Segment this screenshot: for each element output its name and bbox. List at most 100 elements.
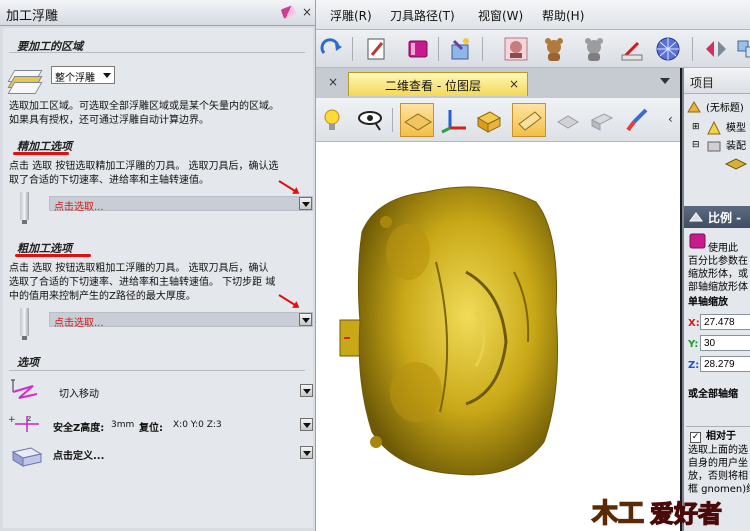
toolbar-separator bbox=[438, 37, 439, 61]
toolbar-separator bbox=[482, 37, 483, 61]
project-panel: 项目 (无标题) ⊞ 模型 ⊟ 装配 比例 - 使用此 百分比参数在 缩放形体，… bbox=[682, 68, 750, 531]
project-title: 项目 bbox=[690, 76, 715, 90]
menu-bar: 浮雕(R) 刀具路径(T) 视窗(W) 帮助(H) bbox=[316, 0, 750, 30]
tree-model[interactable]: 模型 bbox=[726, 122, 750, 135]
scale-desc-line: 百分比参数在 bbox=[688, 256, 748, 267]
expand-icon[interactable]: ⊞ bbox=[692, 122, 700, 132]
close-tab-icon[interactable]: × bbox=[509, 77, 519, 91]
region-description: 选取加工区域。可选取全部浮雕区域或是某个矢量内的区域。 如果具有授权，还可通过浮… bbox=[9, 100, 313, 128]
assembly-icon bbox=[707, 141, 721, 152]
material-block-icon bbox=[11, 447, 43, 467]
home-label: 复位: bbox=[139, 423, 163, 434]
panel-title: 加工浮雕 bbox=[6, 9, 59, 24]
mirror-icon[interactable] bbox=[702, 35, 730, 63]
book-icon[interactable] bbox=[404, 35, 432, 63]
block-shade-icon[interactable] bbox=[588, 106, 616, 134]
component-icon[interactable] bbox=[724, 156, 750, 172]
region-combo-value: 整个浮雕 bbox=[55, 73, 95, 84]
dropdown-button[interactable] bbox=[299, 197, 312, 210]
menu-help[interactable]: 帮助(H) bbox=[542, 7, 584, 24]
menu-relief[interactable]: 浮雕(R) bbox=[330, 7, 372, 24]
eraser-icon[interactable] bbox=[280, 5, 297, 19]
arrange-icon[interactable] bbox=[734, 35, 750, 63]
chevron-down-icon[interactable] bbox=[660, 78, 670, 84]
plane-view-button[interactable] bbox=[400, 103, 434, 137]
options-heading: 选项 bbox=[17, 356, 39, 369]
red-underline bbox=[13, 152, 69, 155]
single-axis-heading: 单轴缩放 bbox=[688, 297, 728, 308]
layer-shade-icon[interactable] bbox=[554, 106, 582, 134]
2d-viewport[interactable] bbox=[316, 142, 680, 531]
laser-icon[interactable] bbox=[618, 35, 646, 63]
tool-bit-icon bbox=[20, 308, 29, 340]
scale-x-input[interactable] bbox=[700, 314, 750, 330]
project-header: 项目 bbox=[684, 68, 750, 94]
desc-line: 如果具有授权，还可通过浮雕自动计算边界。 bbox=[9, 115, 209, 126]
safe-z-icon: + z bbox=[8, 414, 39, 432]
relief-toolpath-icon[interactable] bbox=[502, 35, 530, 63]
desc-line: 中的值用来控制产生的Z路径的最大厚度。 bbox=[9, 291, 196, 302]
home-value: X:0 Y:0 Z:3 bbox=[173, 420, 222, 430]
plunge-move-icon bbox=[11, 379, 38, 399]
dropdown-button[interactable] bbox=[300, 446, 313, 459]
safe-z-row[interactable]: 安全Z高度: 3mm 复位: X:0 Y:0 Z:3 bbox=[49, 418, 313, 434]
teddy-bear-icon[interactable] bbox=[540, 35, 568, 63]
collapse-icon[interactable]: ⊟ bbox=[692, 140, 700, 150]
lightbulb-icon[interactable] bbox=[318, 106, 346, 134]
relative-checkbox[interactable]: ✓ bbox=[690, 432, 701, 443]
globe-icon[interactable] bbox=[654, 35, 682, 63]
wizard-icon[interactable] bbox=[446, 35, 474, 63]
main-toolbar bbox=[316, 30, 750, 68]
tab-2d-view[interactable]: 二维查看 - 位图层 × bbox=[348, 72, 528, 96]
close-view-icon[interactable]: × bbox=[328, 75, 338, 89]
z-label: Z: bbox=[688, 360, 700, 371]
dropdown-button[interactable] bbox=[300, 418, 313, 431]
close-icon[interactable]: × bbox=[302, 5, 312, 19]
toolbar-separator bbox=[352, 37, 353, 61]
finish-tool-select[interactable]: 点击选取... bbox=[49, 196, 313, 213]
toolbar-overflow-icon[interactable]: ‹ bbox=[668, 112, 673, 126]
scale-desc-line: 缩放形体，或 bbox=[688, 269, 748, 280]
toolbar-separator bbox=[692, 37, 693, 61]
desc-line: 选取加工区域。可选取全部浮雕区域或是某个矢量内的区域。 bbox=[9, 101, 279, 112]
divider bbox=[9, 370, 305, 371]
plunge-move-row[interactable]: 切入移动 bbox=[49, 384, 313, 400]
region-combo[interactable]: 整个浮雕 bbox=[51, 66, 115, 84]
view-toolbar: ‹ bbox=[316, 98, 680, 142]
axes-icon[interactable] bbox=[440, 106, 468, 134]
svg-text:+: + bbox=[8, 415, 16, 425]
model-icon bbox=[707, 120, 721, 135]
define-label: 点击定义... bbox=[53, 451, 105, 462]
book-icon bbox=[689, 233, 706, 249]
menu-window[interactable]: 视窗(W) bbox=[478, 7, 523, 24]
dropdown-button[interactable] bbox=[300, 384, 313, 397]
rough-tool-select[interactable]: 点击选取... bbox=[49, 312, 313, 329]
bottom-desc-line: 自身的用户坐 bbox=[688, 458, 748, 469]
desc-line: 点击 选取 按钮选取粗加工浮雕的刀具。 选取刀具后，确认 bbox=[9, 263, 269, 274]
tree-root[interactable]: (无标题) bbox=[706, 102, 750, 115]
edit-sheet-icon[interactable] bbox=[362, 35, 390, 63]
safe-z-label: 安全Z高度: bbox=[53, 423, 105, 434]
eye-icon[interactable] bbox=[356, 106, 384, 134]
redo-icon[interactable] bbox=[318, 35, 346, 63]
toolbar-separator bbox=[392, 108, 393, 132]
tree-assembly[interactable]: 装配 bbox=[726, 140, 750, 153]
paint-brush-icon[interactable] bbox=[622, 106, 650, 134]
gray-bear-icon[interactable] bbox=[580, 35, 608, 63]
desc-line: 取了合适的下切速率、进给率和主轴转速值。 bbox=[9, 175, 209, 186]
desc-line: 选取了合适的下切速率、进给率和主轴转速值。 下切步距 域 bbox=[9, 277, 276, 288]
bottom-desc-line: 选取上面的选 bbox=[688, 445, 748, 456]
menu-toolpath[interactable]: 刀具路径(T) bbox=[390, 7, 455, 24]
scale-y-input[interactable] bbox=[700, 335, 750, 351]
finish-description: 点击 选取 按钮选取精加工浮雕的刀具。 选取刀具后，确认选 取了合适的下切速率、… bbox=[9, 160, 313, 188]
scale-z-input[interactable] bbox=[700, 356, 750, 372]
material-setup-row[interactable]: 点击定义... bbox=[49, 446, 313, 462]
scale-title: 比例 - bbox=[708, 211, 742, 225]
material-view-button[interactable] bbox=[512, 103, 546, 137]
divider bbox=[686, 426, 750, 427]
scale-icon bbox=[689, 212, 703, 222]
dropdown-button[interactable] bbox=[299, 313, 312, 326]
scale-header: 比例 - bbox=[684, 206, 750, 228]
relief-block-icon[interactable] bbox=[474, 106, 502, 134]
plunge-move-label: 切入移动 bbox=[59, 389, 99, 400]
